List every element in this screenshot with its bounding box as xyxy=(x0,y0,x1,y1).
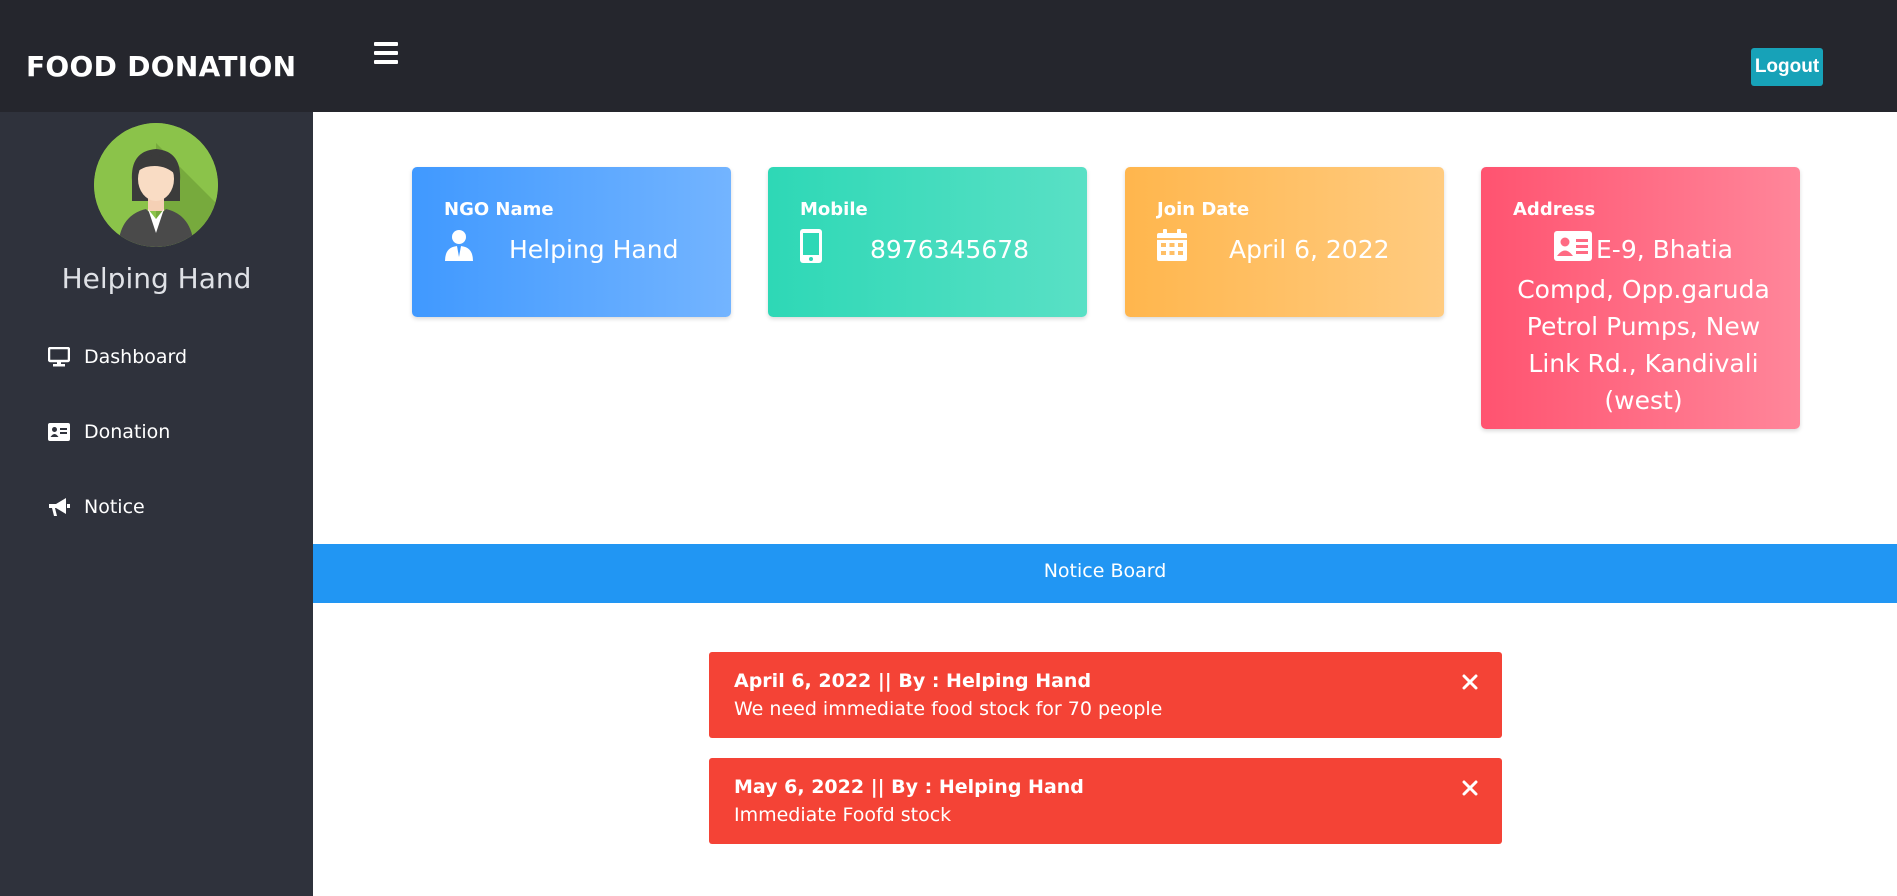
notice-board-header: Notice Board xyxy=(313,544,1897,603)
profile-name: Helping Hand xyxy=(61,262,252,295)
avatar xyxy=(94,123,218,247)
join-date-card: Join Date April 6, 2022 xyxy=(1125,167,1444,317)
notice-header: May 6, 2022 || By : Helping Hand xyxy=(734,776,1084,798)
sidebar-item-label: Notice xyxy=(84,496,145,518)
notice-alert: April 6, 2022 || By : Helping Hand We ne… xyxy=(709,652,1502,738)
sidebar-item-donation[interactable]: Donation xyxy=(48,417,288,447)
sidebar-item-label: Dashboard xyxy=(84,346,188,368)
notice-header: April 6, 2022 || By : Helping Hand xyxy=(734,670,1092,692)
card-value: 8976345678 xyxy=(870,235,1030,264)
mobile-card: Mobile 8976345678 xyxy=(768,167,1087,317)
address-card: Address E-9, Bhatia Compd, Opp.garuda Pe… xyxy=(1481,167,1800,429)
card-value: Helping Hand xyxy=(509,235,679,264)
sidebar-item-label: Donation xyxy=(84,421,171,443)
top-navbar: FOOD DONATION Logout xyxy=(0,0,1897,112)
brand-title: FOOD DONATION xyxy=(26,50,297,83)
sidebar-item-notice[interactable]: Notice xyxy=(48,492,288,522)
card-value: April 6, 2022 xyxy=(1229,235,1390,264)
address-card-icon xyxy=(1554,231,1592,271)
card-label: Join Date xyxy=(1157,199,1250,220)
id-card-icon xyxy=(48,421,72,443)
desktop-icon xyxy=(48,346,72,368)
sidebar: Helping Hand Dashboard Donation Notice xyxy=(0,112,313,896)
bullhorn-icon xyxy=(48,496,72,518)
sidebar-item-dashboard[interactable]: Dashboard xyxy=(48,342,288,372)
hamburger-menu-icon[interactable] xyxy=(374,42,398,64)
notice-alert: May 6, 2022 || By : Helping Hand Immedia… xyxy=(709,758,1502,844)
calendar-icon xyxy=(1157,229,1187,266)
close-icon[interactable] xyxy=(1462,674,1478,690)
logout-button[interactable]: Logout xyxy=(1751,48,1823,86)
notice-message: We need immediate food stock for 70 peop… xyxy=(734,698,1163,720)
ngo-name-card: NGO Name Helping Hand xyxy=(412,167,731,317)
user-icon xyxy=(444,229,474,266)
notice-message: Immediate Foofd stock xyxy=(734,804,952,826)
close-icon[interactable] xyxy=(1462,780,1478,796)
card-label: Mobile xyxy=(800,199,868,220)
card-label: NGO Name xyxy=(444,199,554,220)
card-label: Address xyxy=(1513,199,1596,220)
mobile-phone-icon xyxy=(800,229,822,268)
